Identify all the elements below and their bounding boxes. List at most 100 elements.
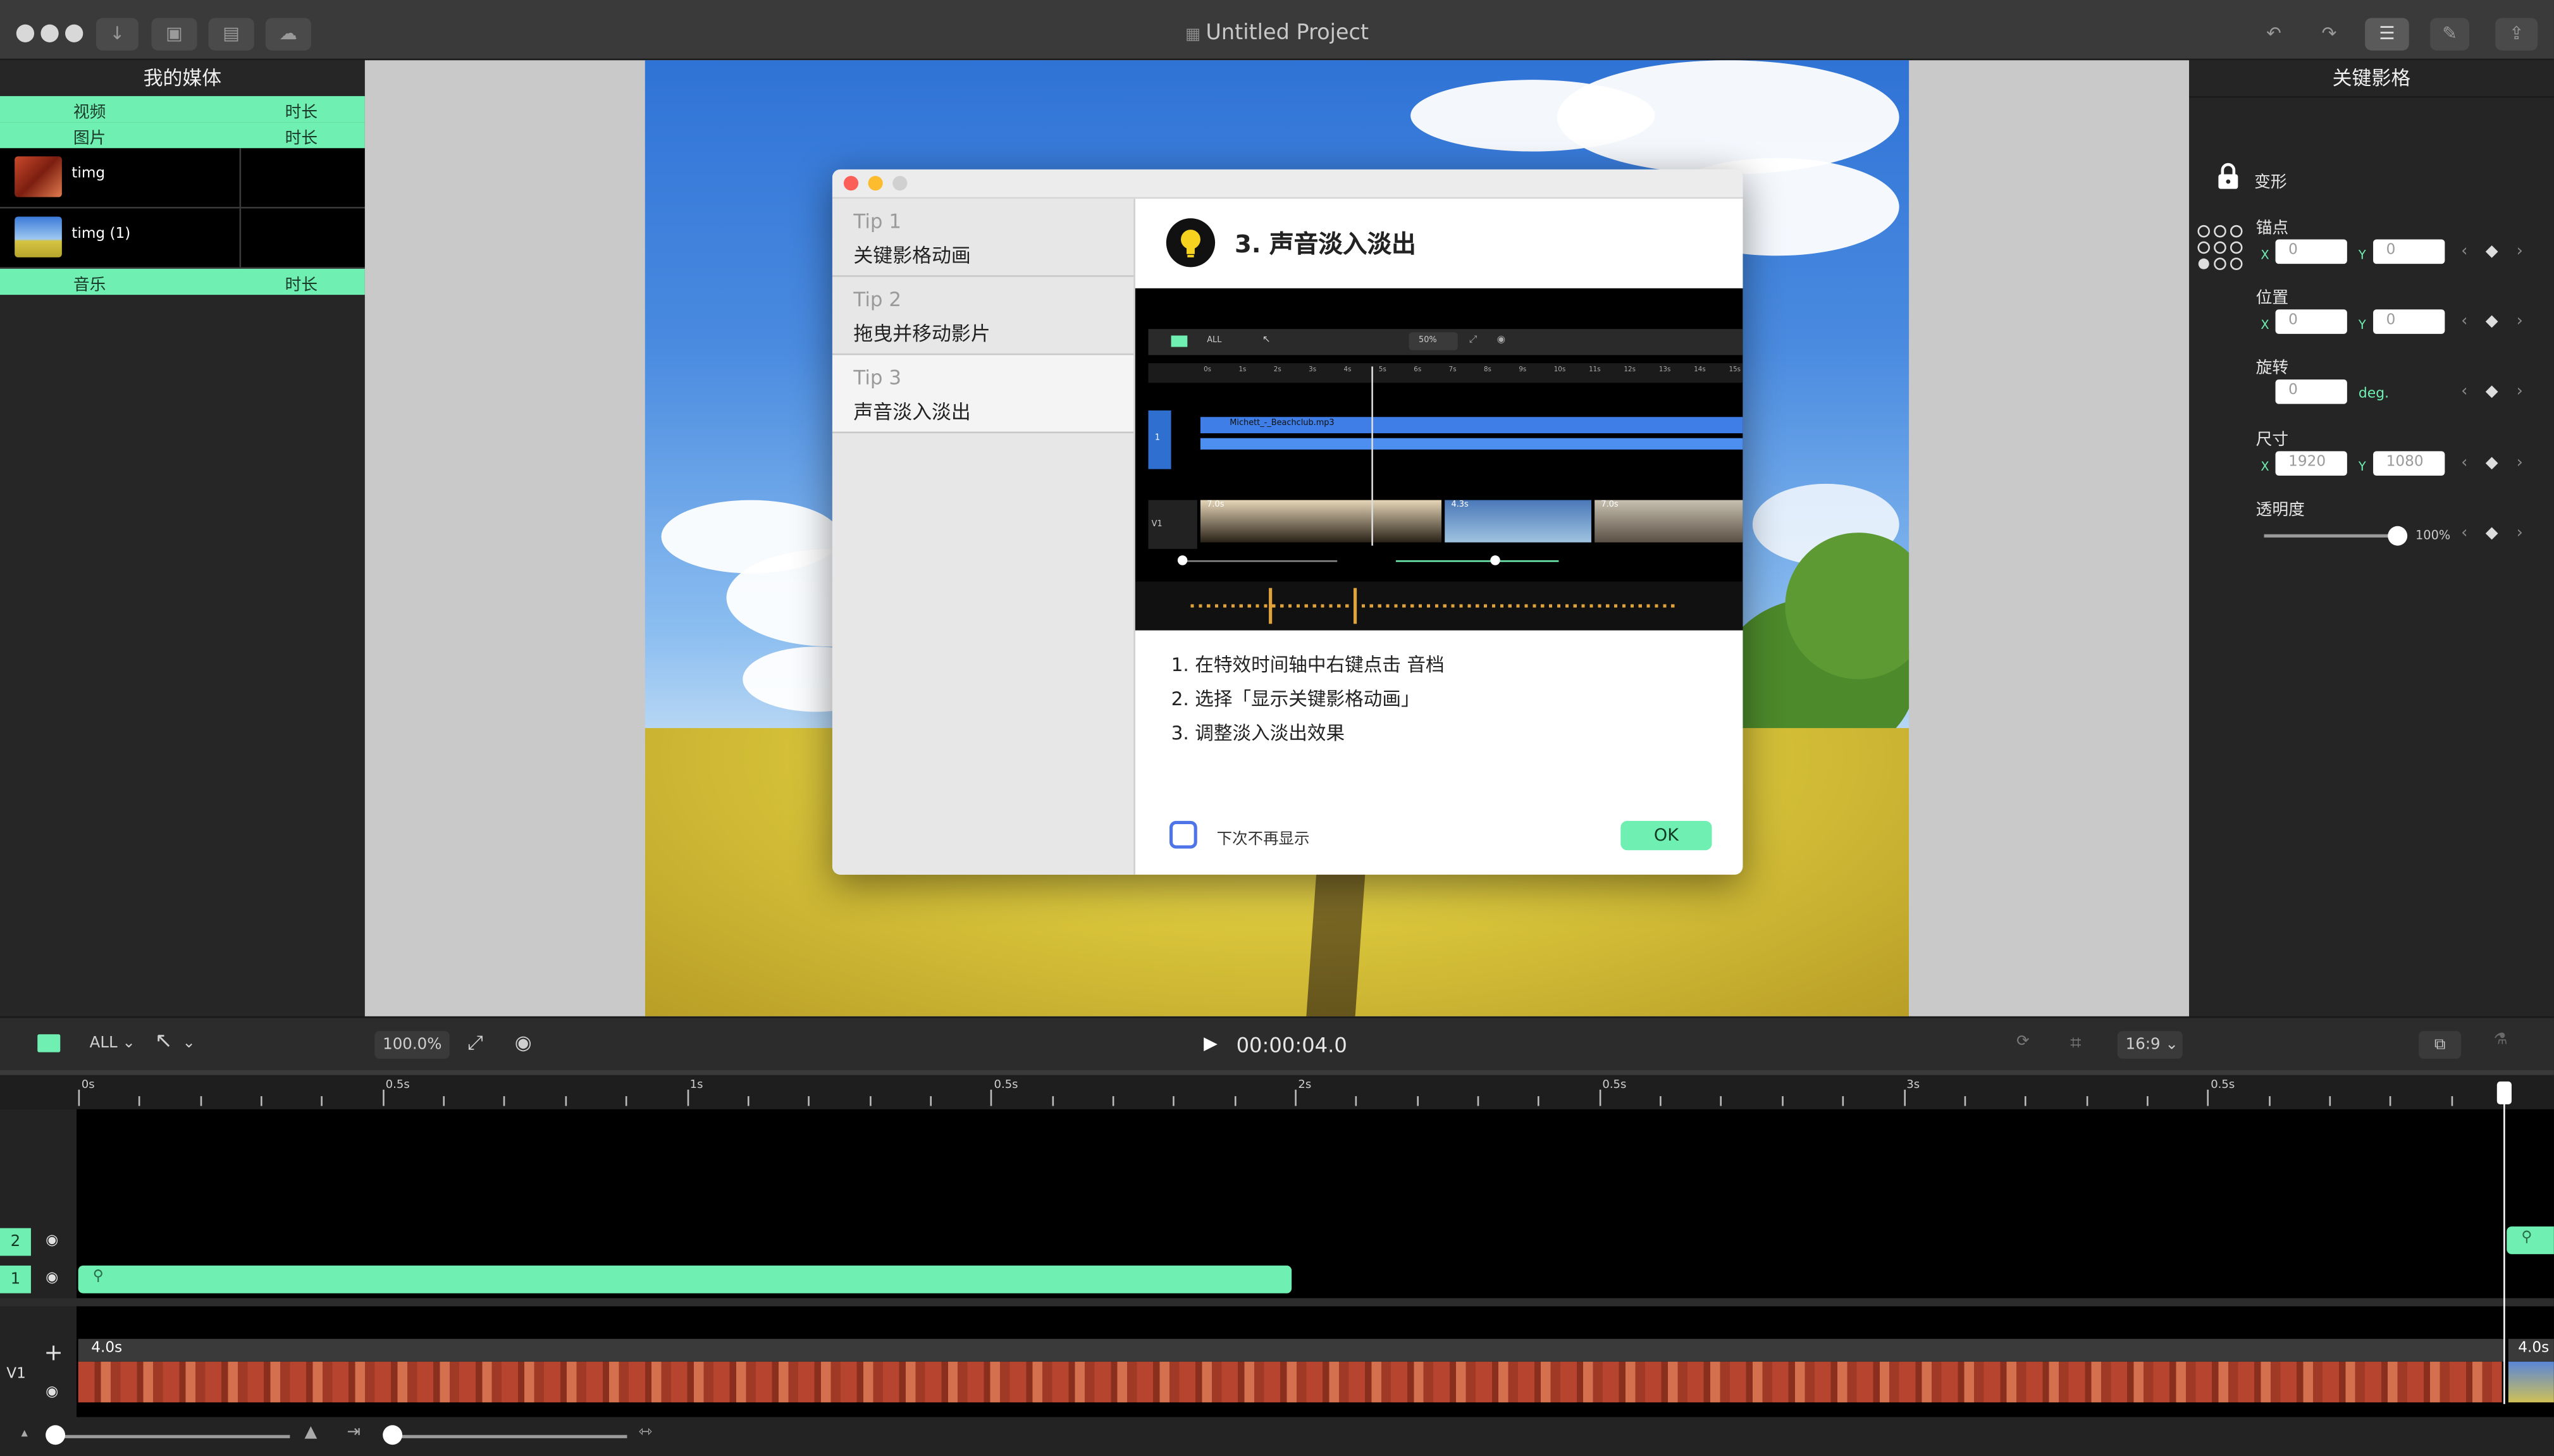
prev-keyframe-button[interactable]: ‹ [2461, 524, 2467, 542]
eye-icon[interactable]: ◉ [46, 1385, 58, 1401]
ok-button[interactable]: OK [1620, 820, 1712, 851]
crop-icon[interactable]: ⌗ [2070, 1031, 2081, 1056]
track-height-slider-knob[interactable] [383, 1425, 403, 1445]
opacity-slider[interactable] [2264, 524, 2408, 547]
keyframe-panel: 关键影格 变形 锚点 X 0 Y 0 ‹ ◆ › 位置 X 0 Y 0 ‹ ◆ [2189, 60, 2554, 1016]
ruler-tick [1051, 1096, 1054, 1106]
effect-clip[interactable]: ⚲ [2507, 1226, 2554, 1254]
image-section-header[interactable]: 图片 时长 [0, 122, 365, 149]
add-track-button[interactable]: + [44, 1340, 63, 1366]
media-item[interactable]: timg [0, 148, 365, 209]
next-keyframe-button[interactable]: › [2517, 243, 2523, 261]
mini-clip-duration: 4.3s [1451, 500, 1469, 510]
anchor-x-input[interactable]: 0 [2275, 239, 2347, 264]
add-keyframe-button[interactable]: ◆ [2486, 524, 2498, 542]
position-y-input[interactable]: 0 [2373, 309, 2445, 334]
prev-keyframe-button[interactable]: ‹ [2461, 383, 2467, 400]
effect-clip[interactable]: ⚲ [78, 1265, 1292, 1293]
ruler-tick [747, 1096, 750, 1106]
edit-button[interactable]: ✎ [2430, 18, 2470, 51]
anchor-y-input[interactable]: 0 [2373, 239, 2445, 264]
add-keyframe-button[interactable]: ◆ [2486, 454, 2498, 472]
tip-title: 声音淡入淡出 [853, 400, 971, 424]
mini-ruler-label: 3s [1309, 364, 1317, 373]
add-keyframe-button[interactable]: ◆ [2486, 243, 2498, 261]
prev-keyframe-button[interactable]: ‹ [2461, 243, 2467, 261]
split-view-button[interactable]: ⧉ [2419, 1031, 2462, 1059]
video-clip-filmstrip[interactable] [2508, 1361, 2554, 1403]
eye-icon[interactable]: ◉ [46, 1233, 58, 1249]
video-section-header[interactable]: 视频 时长 [0, 96, 365, 123]
tip-title: 拖曳并移动影片 [853, 322, 990, 345]
play-button[interactable]: ▶ [1204, 1033, 1218, 1054]
fit-screen-icon[interactable]: ⤢ [467, 1031, 483, 1056]
tip-item-3[interactable]: Tip 3 声音淡入淡出 [832, 355, 1134, 434]
ruler-tick [1720, 1096, 1723, 1106]
prev-keyframe-button[interactable]: ‹ [2461, 312, 2467, 330]
size-x-input[interactable]: 1920 [2275, 451, 2347, 476]
timeline-ruler[interactable]: 0s 0.5s 1s 0.5s 2s 0.5s 3s 0.5s [0, 1070, 2554, 1109]
lock-icon[interactable] [2217, 163, 2240, 189]
track-filter-value: ALL [89, 1034, 118, 1052]
size-y-input[interactable]: 1080 [2373, 451, 2445, 476]
pointer-tool-icon[interactable]: ↖ [155, 1030, 173, 1054]
tip-item-2[interactable]: Tip 2 拖曳并移动影片 [832, 277, 1134, 355]
mini-waveform [1135, 581, 1743, 631]
zoom-in-icon[interactable]: ▲ [305, 1424, 318, 1441]
video-clip-header[interactable]: 4.0s [78, 1338, 2505, 1362]
undo-button[interactable]: ↶ [2257, 18, 2290, 51]
zoom-slider-knob[interactable] [46, 1425, 66, 1445]
video-clip-filmstrip[interactable] [78, 1361, 2502, 1403]
opacity-slider-knob[interactable] [2388, 526, 2408, 546]
mini-ruler-label: 8s [1484, 364, 1491, 373]
ruler-tick [1295, 1089, 1297, 1106]
prev-keyframe-button[interactable]: ‹ [2461, 454, 2467, 472]
timeline-view-icon[interactable] [37, 1034, 61, 1052]
playhead[interactable] [2503, 1085, 2505, 1404]
anchor-grid-icon[interactable] [2195, 223, 2244, 272]
rotation-input[interactable]: 0 [2275, 379, 2347, 404]
video-clip-header[interactable]: 4.0s [2508, 1338, 2554, 1362]
media-item[interactable]: timg (1) [0, 208, 365, 269]
zoom-slider-track[interactable] [53, 1434, 290, 1438]
dialog-zoom-button[interactable] [892, 176, 908, 191]
expand-icon[interactable]: ⇿ [638, 1424, 652, 1441]
zoom-select[interactable]: 100.0% ⌄ [374, 1031, 450, 1082]
x-axis-label: X [2261, 459, 2269, 474]
waveform-marker [1269, 588, 1273, 624]
export-button[interactable]: ⇪ [2495, 18, 2538, 51]
compress-icon[interactable]: ⇥ [347, 1424, 361, 1441]
position-x-input[interactable]: 0 [2275, 309, 2347, 334]
track-height-slider-track[interactable] [391, 1434, 627, 1438]
tip-item-1[interactable]: Tip 1 关键影格动画 [832, 199, 1134, 277]
redo-button[interactable]: ↷ [2313, 18, 2346, 51]
add-keyframe-button[interactable]: ◆ [2486, 312, 2498, 330]
dialog-close-button[interactable] [843, 176, 859, 191]
playhead-handle[interactable] [2496, 1081, 2512, 1104]
ruler-label: 0.5s [1602, 1078, 1627, 1092]
zoom-out-icon[interactable]: ▴ [21, 1425, 27, 1440]
palette-icon[interactable]: ◉ [515, 1031, 532, 1054]
next-keyframe-button[interactable]: › [2517, 454, 2523, 472]
next-keyframe-button[interactable]: › [2517, 524, 2523, 542]
chevron-down-icon[interactable]: ⌄ [182, 1034, 195, 1052]
window-title: ▦ Untitled Project [0, 21, 2554, 46]
next-keyframe-button[interactable]: › [2517, 383, 2523, 400]
dialog-minimize-button[interactable] [868, 176, 883, 191]
adjust-button[interactable]: ☰ [2365, 18, 2409, 51]
eye-icon[interactable]: ◉ [46, 1271, 58, 1287]
next-keyframe-button[interactable]: › [2517, 312, 2523, 330]
magic-wand-icon: ⚲ [92, 1269, 104, 1285]
dont-show-again-checkbox[interactable] [1169, 820, 1197, 849]
add-keyframe-button[interactable]: ◆ [2486, 383, 2498, 400]
aspect-ratio-select[interactable]: 16:9 ⌄ [2117, 1031, 2183, 1059]
music-section-header[interactable]: 音乐 时长 [0, 268, 365, 295]
track-filter-select[interactable]: ALL ⌄ [90, 1034, 135, 1052]
snap-lock-icon[interactable]: ⟳ [2016, 1033, 2030, 1051]
lab-icon[interactable]: ⚗ [2494, 1031, 2508, 1049]
track-number-1[interactable]: 1 [0, 1265, 31, 1293]
mini-fit-icon: ⤢ [1469, 333, 1477, 345]
project-title: Untitled Project [1206, 21, 1369, 46]
track-number-2[interactable]: 2 [0, 1228, 31, 1256]
clip-duration: 4.0s [2518, 1340, 2550, 1357]
